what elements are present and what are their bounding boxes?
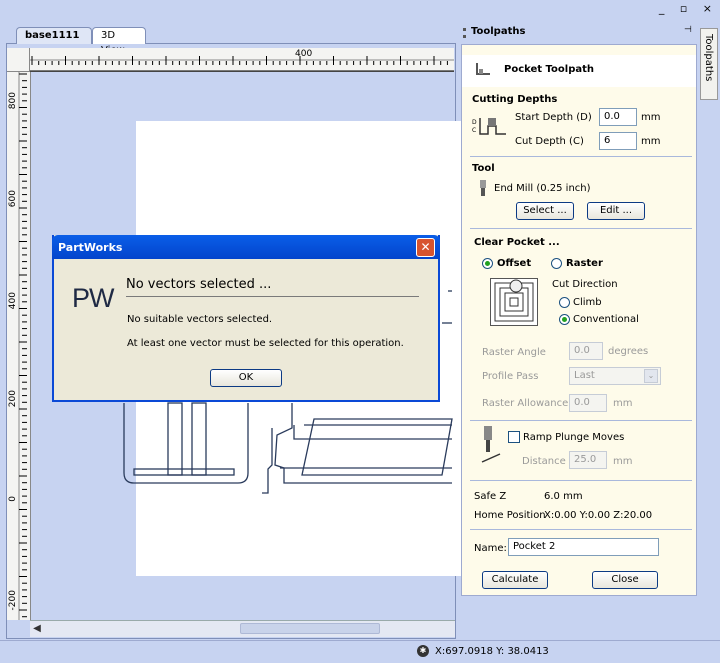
raster-allowance-unit: mm [613,398,633,409]
ruler-label-200: 200 [8,390,18,408]
start-depth-label: Start Depth (D) [515,112,592,123]
start-depth-input[interactable]: 0.0 [599,108,637,126]
start-depth-unit: mm [641,112,661,123]
offset-radio[interactable] [482,258,493,269]
cut-depth-label: Cut Depth (C) [515,136,584,147]
status-gear-icon: ✱ [417,645,429,657]
conventional-label: Conventional [573,314,639,325]
dialog-message-1: No suitable vectors selected. [127,314,273,325]
raster-label: Raster [566,258,603,269]
pocket-toolpath-icon [476,63,490,75]
name-label: Name: [474,543,507,554]
profile-pass-label: Profile Pass [482,371,539,382]
distance-input[interactable]: 25.0 [569,451,607,469]
close-button[interactable]: Close [592,571,658,589]
cut-direction-label: Cut Direction [552,279,618,290]
svg-text:C: C [472,127,476,134]
separator [470,529,692,530]
conventional-radio[interactable] [559,314,570,325]
horizontal-ruler: 400 [30,48,454,72]
safe-z-label: Safe Z [474,491,507,502]
side-tab-label: Toolpaths [703,34,714,82]
tab-base1111[interactable]: base1111 [16,27,92,44]
main-toolbar-strip [0,0,720,22]
safe-z-value: 6.0 mm [544,491,583,502]
dialog-message-2: At least one vector must be selected for… [127,338,404,349]
raster-angle-input[interactable]: 0.0 [569,342,603,360]
raster-allowance-label: Raster Allowance [482,398,569,409]
calculate-button[interactable]: Calculate [482,571,548,589]
ok-button[interactable]: OK [210,369,282,387]
separator [470,228,692,229]
cut-depth-diagram-icon: D C [472,118,506,135]
distance-label: Distance [522,456,566,467]
dialog-close-icon[interactable]: ✕ [416,238,435,257]
clear-pocket-heading: Clear Pocket ... [474,237,560,248]
tool-name: End Mill (0.25 inch) [494,183,591,194]
window-controls[interactable]: _ ▫ × [659,2,718,15]
cursor-coordinates: X:697.0918 Y: 38.0413 [435,646,549,657]
select-tool-button[interactable]: Select ... [516,202,574,220]
ramp-plunge-icon [481,426,501,463]
separator [470,156,692,157]
raster-radio[interactable] [551,258,562,269]
separator [470,420,692,421]
vertical-ruler: 800 600 400 200 0 -200 [7,72,31,620]
raster-allowance-input[interactable]: 0.0 [569,394,607,412]
ramp-plunge-label: Ramp Plunge Moves [523,432,625,443]
ruler-corner [7,48,30,72]
ruler-label-600: 600 [8,190,18,208]
dialog-title: PartWorks [58,241,123,254]
chevron-down-icon[interactable]: ⌄ [644,369,658,383]
scroll-left-arrow-icon[interactable]: ◀ [30,621,44,637]
raster-angle-label: Raster Angle [482,347,546,358]
edit-tool-button[interactable]: Edit ... [587,202,645,220]
cut-depth-input[interactable]: 6 [599,132,637,150]
ruler-label-800: 800 [8,92,18,110]
ruler-label-400: 400 [295,49,313,59]
tab-3d-view[interactable]: 3D View [92,27,146,56]
separator [470,480,692,481]
partworks-logo: PW [72,283,114,313]
home-position-value: X:0.00 Y:0.00 Z:20.00 [544,510,653,521]
profile-pass-select[interactable]: Last ⌄ [569,367,661,385]
distance-unit: mm [613,456,633,467]
panel-title: Toolpaths [471,26,526,37]
profile-pass-value: Last [574,370,595,381]
panel-grip-icon[interactable] [463,28,466,38]
cutting-depths-heading: Cutting Depths [472,94,558,105]
ruler-label-0: 0 [8,496,18,502]
home-position-label: Home Position [474,510,546,521]
ruler-label-400v: 400 [8,292,18,310]
pin-icon[interactable]: ⊣ [684,25,692,35]
ramp-plunge-checkbox[interactable] [508,431,520,443]
ruler-label-neg200: -200 [8,590,18,611]
climb-label: Climb [573,297,602,308]
dialog-divider [126,296,419,297]
offset-pattern-icon [490,278,538,326]
scroll-thumb[interactable] [240,623,380,634]
cut-depth-unit: mm [641,136,661,147]
offset-label: Offset [497,258,532,269]
horizontal-scrollbar[interactable]: ◀ [30,620,455,637]
toolpath-title: Pocket Toolpath [504,64,595,75]
tool-heading: Tool [472,163,495,174]
degrees-label: degrees [608,346,649,357]
climb-radio[interactable] [559,297,570,308]
dialog-heading: No vectors selected ... [126,277,272,292]
status-bar: ✱ X:697.0918 Y: 38.0413 [0,640,720,663]
toolpath-name-input[interactable]: Pocket 2 [508,538,659,556]
svg-text:D: D [472,119,477,126]
end-mill-icon [480,180,486,196]
